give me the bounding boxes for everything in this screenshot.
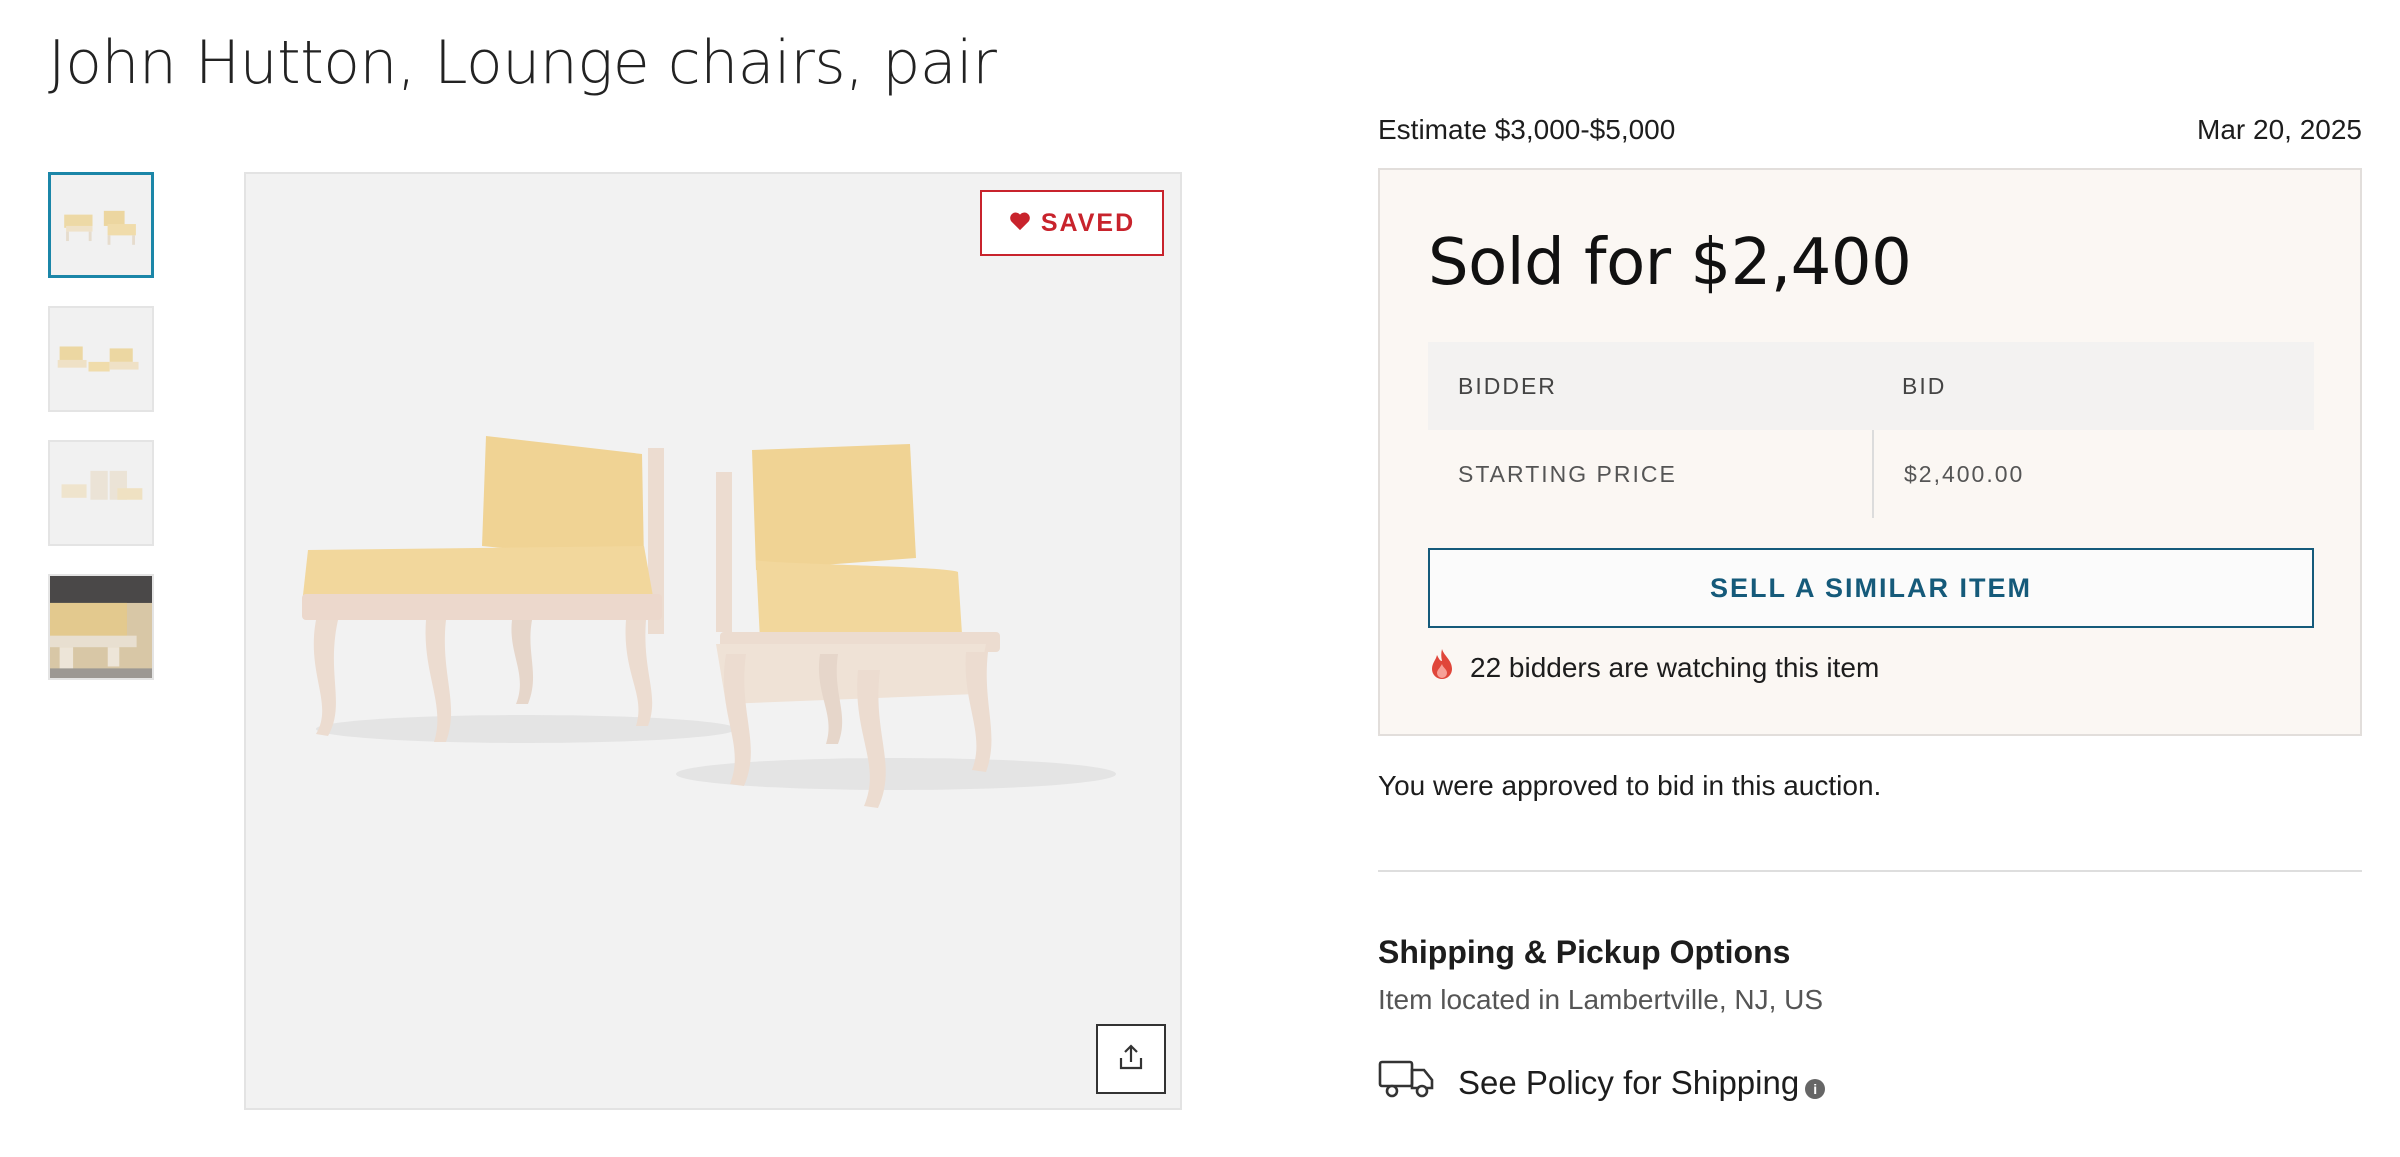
left-chair (302, 436, 664, 742)
heart-icon (1009, 209, 1031, 238)
lounge-chairs-image (302, 436, 1116, 808)
share-button[interactable] (1096, 1024, 1166, 1094)
watchers-text: 22 bidders are watching this item (1470, 651, 1880, 683)
info-icon[interactable]: i (1805, 1079, 1826, 1099)
bidder-column-header: BIDDER (1458, 372, 1557, 399)
estimate-text: Estimate $3,000-$5,000 (1378, 114, 1676, 145)
thumbnail-2[interactable] (48, 306, 154, 412)
bid-column-header: BID (1902, 372, 1947, 399)
auction-date: Mar 20, 2025 (2197, 114, 2362, 145)
estimate-row: Estimate $3,000-$5,000 Mar 20, 2025 (1378, 114, 2362, 146)
item-location: Item located in Lambertville, NJ, US (1378, 984, 1824, 1015)
listing-title: John Hutton, Lounge chairs, pair (48, 28, 997, 98)
thumbnail-4[interactable] (48, 574, 154, 680)
bid-history-table: BIDDER BID STARTING PRICE $2,400.00 (1428, 342, 2314, 518)
truck-icon (1378, 1058, 1436, 1108)
bidder-cell: STARTING PRICE (1458, 460, 1677, 487)
right-chair (716, 444, 1000, 808)
bid-cell: $2,400.00 (1872, 430, 2314, 518)
chairs-pair-thumbnail (64, 210, 136, 245)
shipping-title: Shipping & Pickup Options (1378, 934, 1791, 970)
share-icon (1116, 1042, 1146, 1077)
shipping-policy-link[interactable]: See Policy for Shipping i (1378, 1058, 1826, 1108)
main-product-image[interactable]: SAVED (244, 172, 1182, 1110)
chairs-front-thumbnail (57, 346, 139, 372)
watchers-notice: 22 bidders are watching this item (1428, 648, 1879, 687)
chair-detail-thumbnail (50, 576, 152, 678)
sold-price: Sold for $2,400 (1428, 226, 1912, 300)
table-row: STARTING PRICE $2,400.00 (1428, 430, 2314, 518)
saved-button[interactable]: SAVED (980, 190, 1164, 256)
thumbnail-1[interactable] (48, 172, 154, 278)
divider (1378, 870, 2362, 872)
thumbnail-3[interactable] (48, 440, 154, 546)
chairs-back-thumbnail (61, 470, 143, 500)
policy-label: See Policy for Shipping (1458, 1064, 1800, 1101)
table-header: BIDDER BID (1428, 342, 2314, 430)
saved-label: SAVED (1040, 208, 1136, 237)
sold-summary-box: Sold for $2,400 BIDDER BID STARTING PRIC… (1378, 168, 2362, 736)
sell-similar-item-button[interactable]: SELL A SIMILAR ITEM (1428, 548, 2314, 628)
flame-icon (1428, 648, 1456, 687)
thumbnail-strip (48, 172, 154, 708)
approval-message: You were approved to bid in this auction… (1378, 770, 1882, 801)
